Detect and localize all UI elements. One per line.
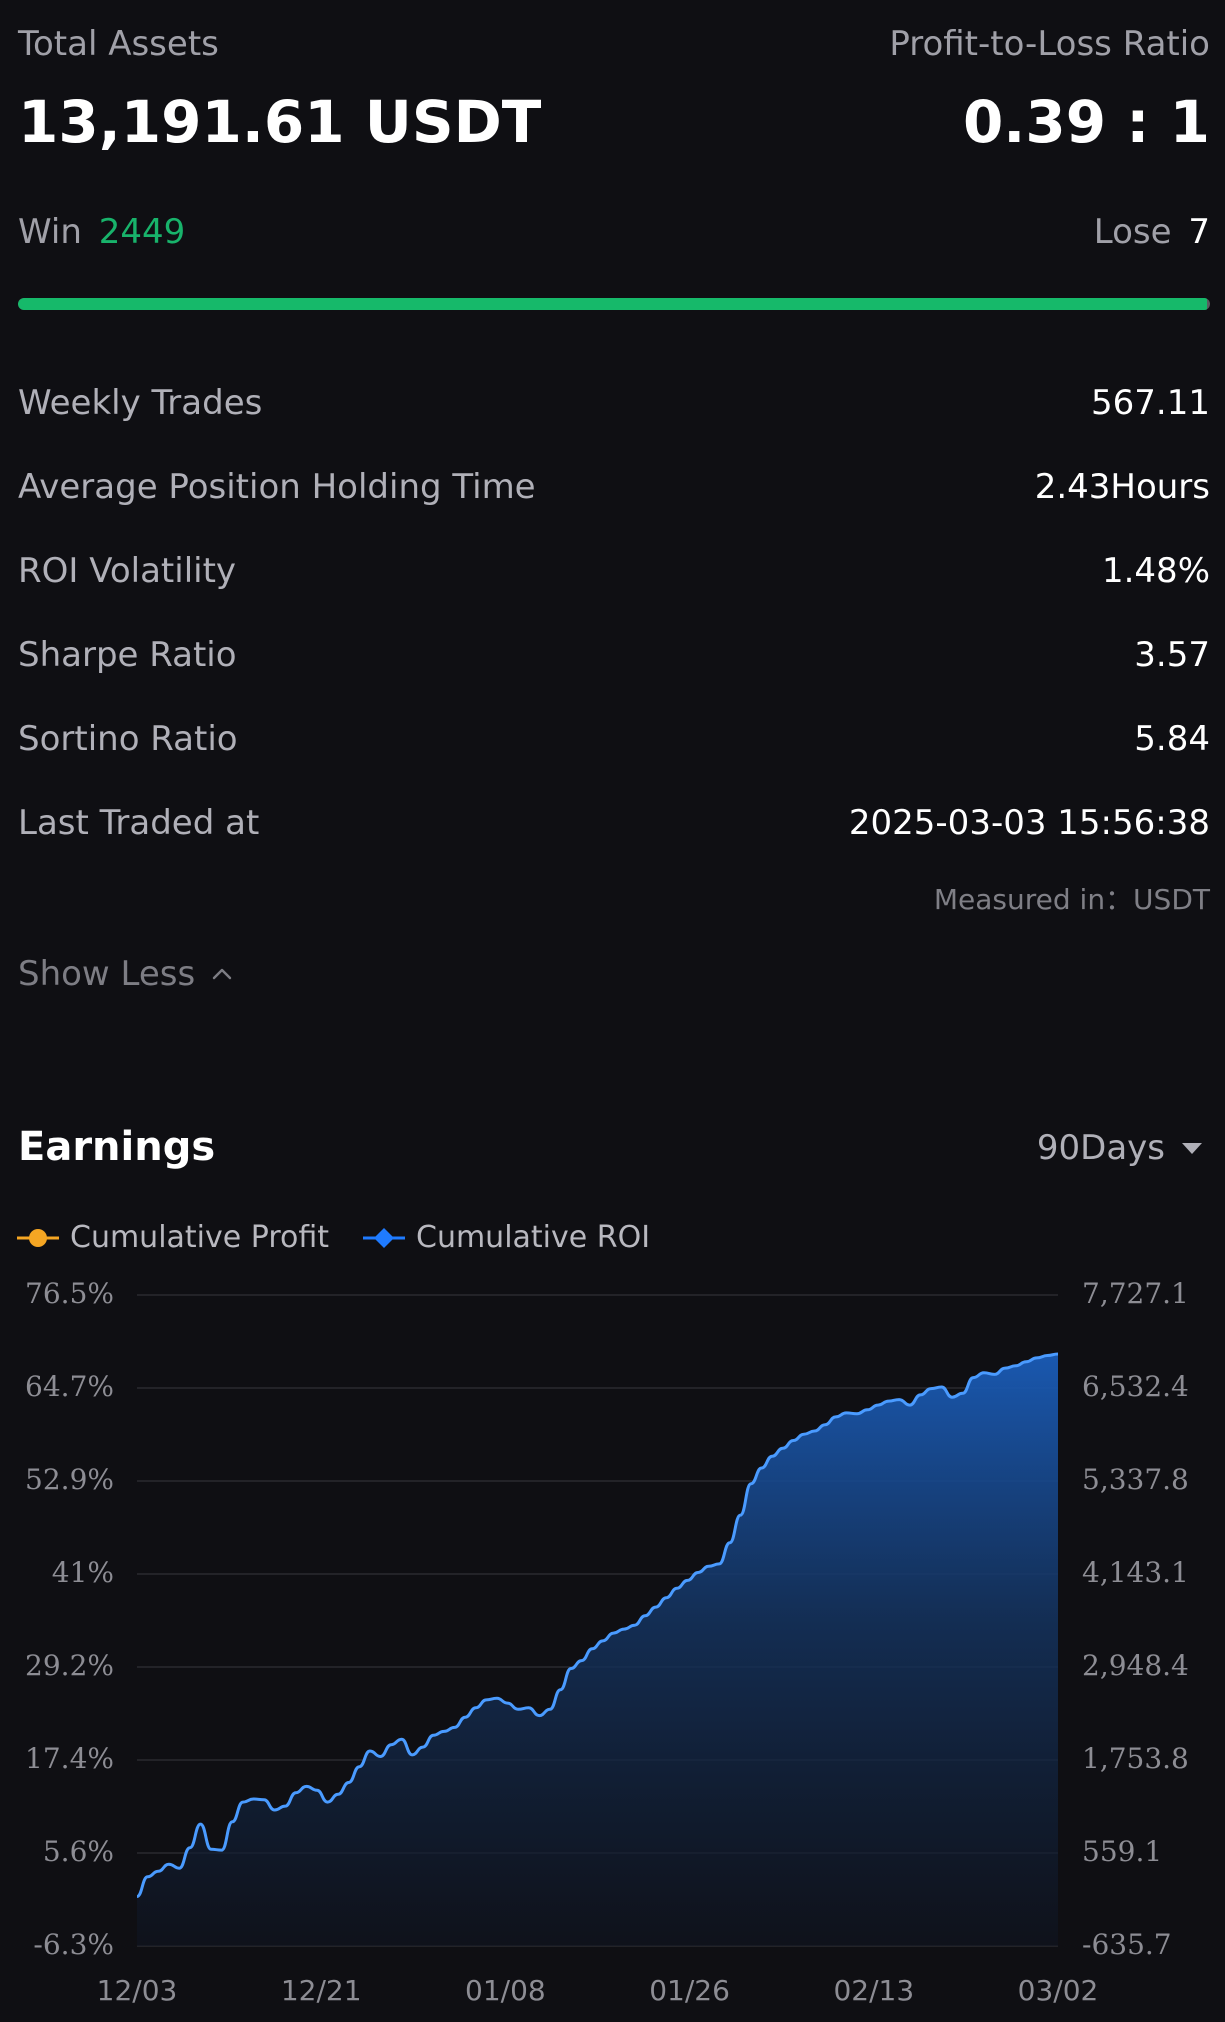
earnings-chart[interactable] [0,0,1225,2022]
roi-area [137,1354,1058,1946]
